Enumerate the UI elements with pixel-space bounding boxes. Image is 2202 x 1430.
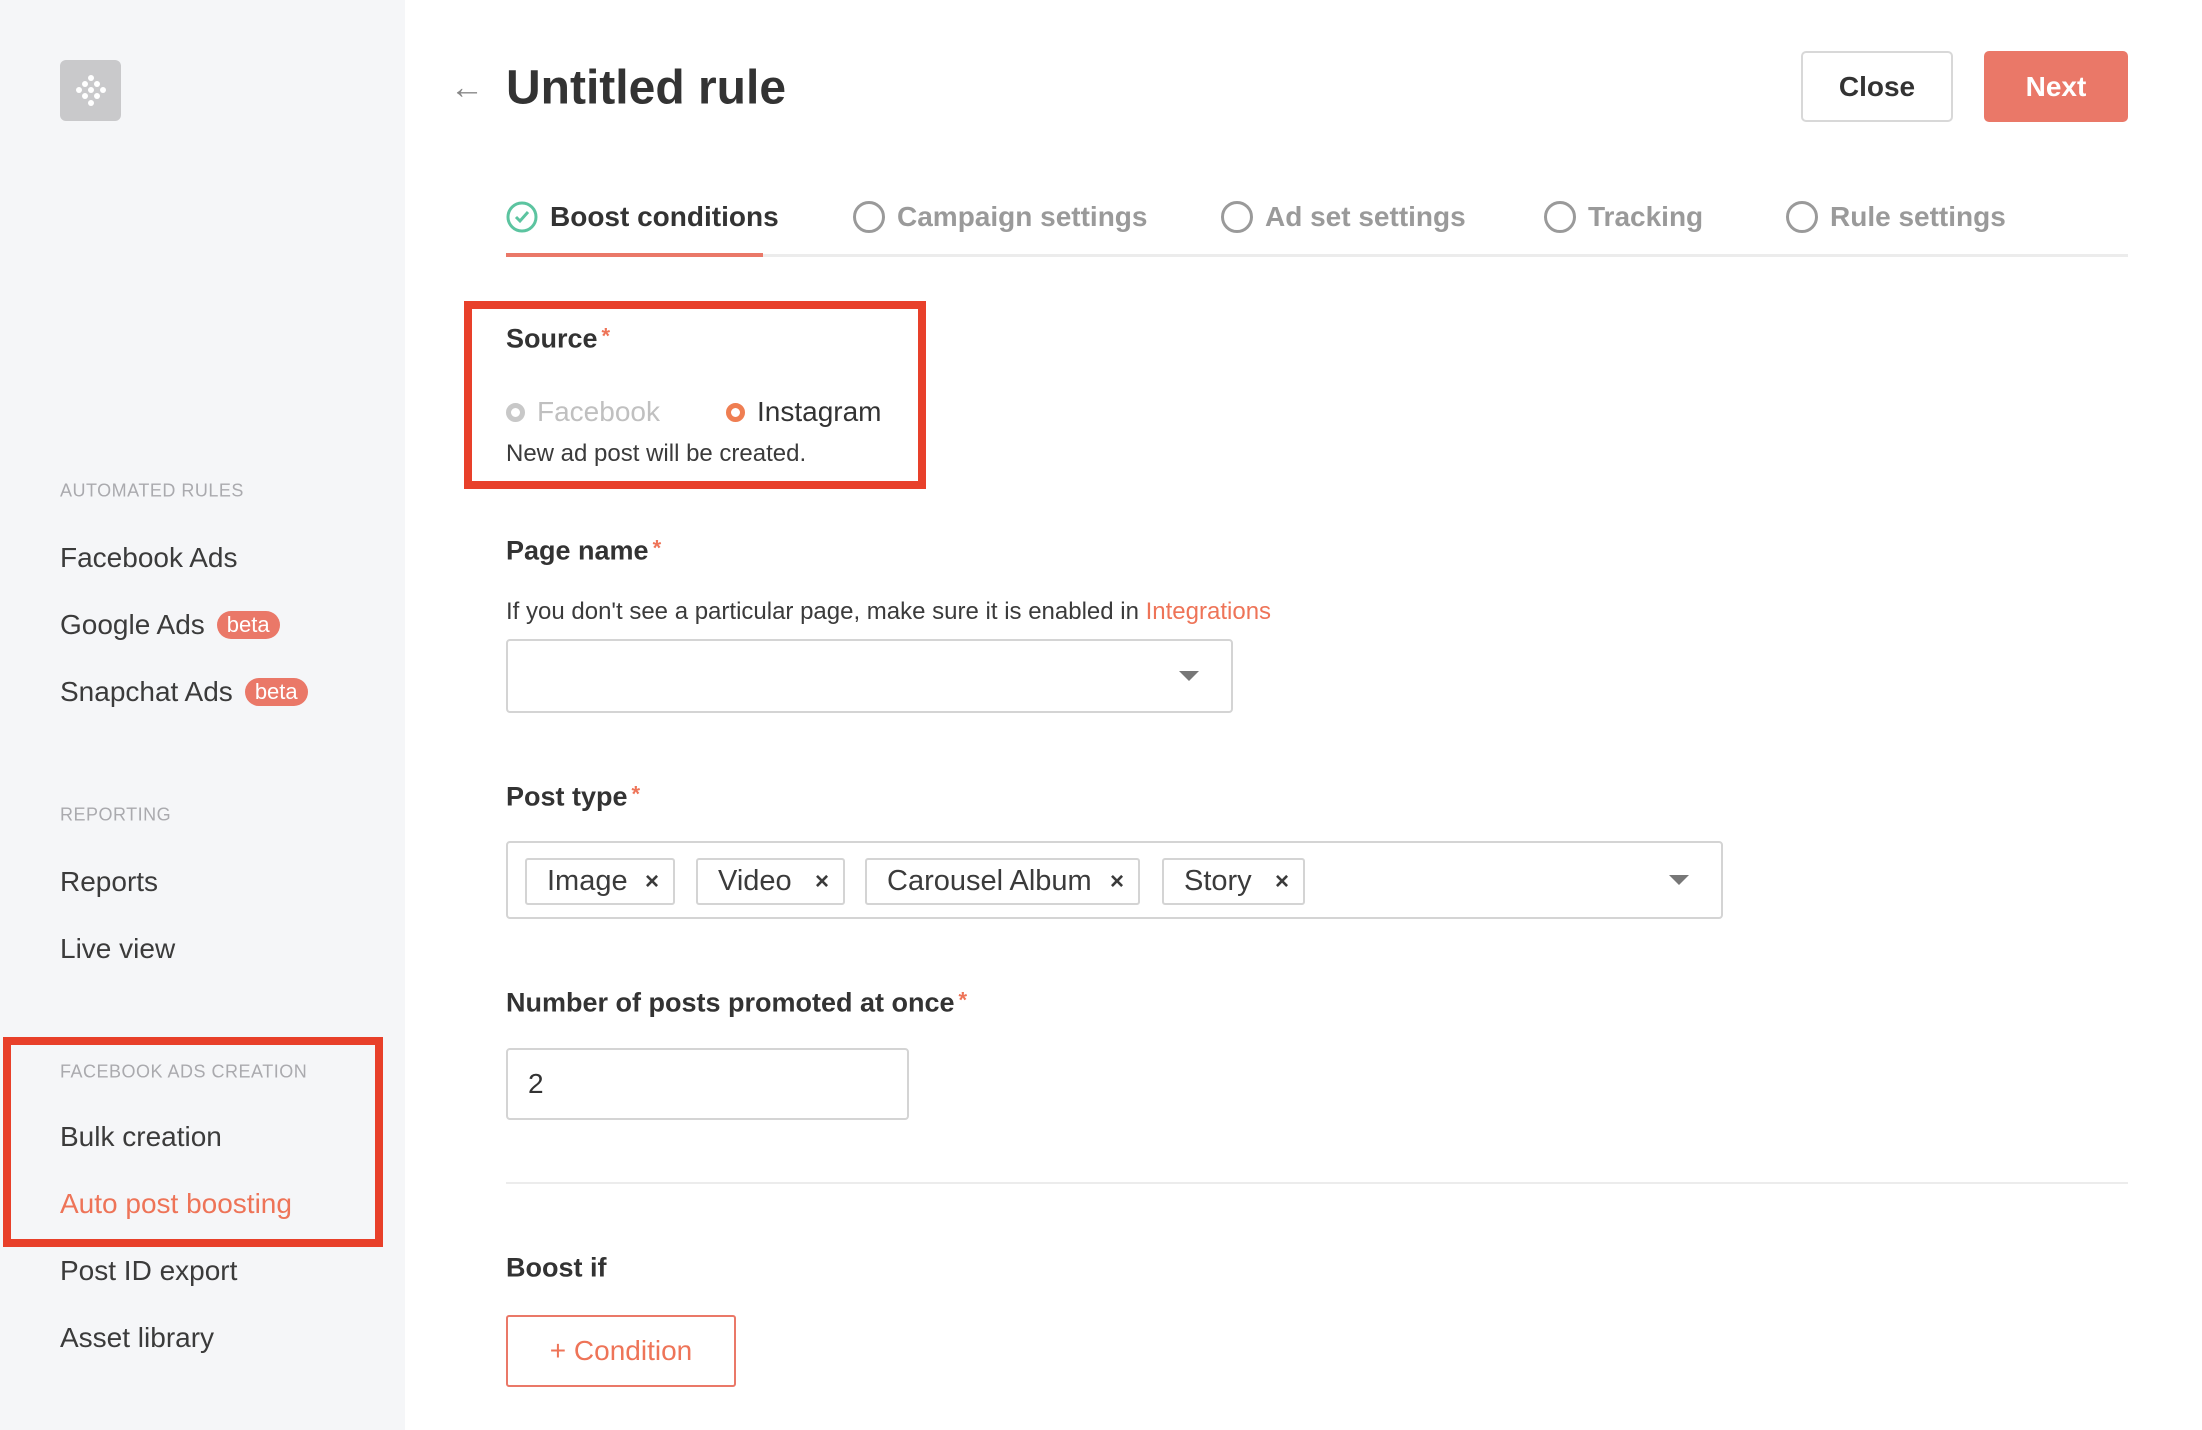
tab-campaign-settings[interactable]: Campaign settings <box>853 201 1147 233</box>
remove-icon[interactable]: × <box>645 868 659 896</box>
beta-badge: beta <box>216 611 280 639</box>
chevron-down-icon <box>1179 671 1199 681</box>
radio-icon <box>506 402 525 422</box>
radio-facebook[interactable]: Facebook <box>506 396 660 428</box>
circle-icon <box>1786 201 1818 233</box>
remove-icon[interactable]: × <box>1110 868 1124 896</box>
radio-instagram[interactable]: Instagram <box>726 396 882 428</box>
tag-label: Image <box>547 865 628 897</box>
label-text: Post type <box>506 781 628 812</box>
add-condition-button[interactable]: + Condition <box>506 1315 736 1387</box>
help-text: If you don't see a particular page, make… <box>506 598 1146 625</box>
sidebar-item-facebook-ads[interactable]: Facebook Ads <box>60 542 237 574</box>
label-text: Source <box>506 323 598 354</box>
tab-boost-conditions[interactable]: Boost conditions <box>506 201 779 233</box>
beta-badge: beta <box>244 678 308 706</box>
required-marker: * <box>601 323 611 349</box>
tag-carousel-album: Carousel Album × <box>865 858 1140 905</box>
tab-label: Campaign settings <box>897 201 1148 232</box>
tab-tracking[interactable]: Tracking <box>1544 201 1703 233</box>
tag-image: Image × <box>525 858 675 905</box>
circle-icon <box>1221 201 1253 233</box>
section-facebook-ads-creation: FACEBOOK ADS CREATION <box>60 1061 308 1082</box>
radio-label: Facebook <box>537 396 660 427</box>
label-text: Page name <box>506 535 649 566</box>
label-text: Number of posts promoted at once <box>506 987 955 1018</box>
sidebar-item-asset-library[interactable]: Asset library <box>60 1322 214 1354</box>
check-circle-icon <box>506 201 538 233</box>
tag-video: Video × <box>696 858 845 905</box>
tag-label: Video <box>718 865 792 897</box>
required-marker: * <box>958 987 968 1013</box>
required-marker: * <box>652 535 662 561</box>
tab-ad-set-settings[interactable]: Ad set settings <box>1221 201 1466 233</box>
page-name-select[interactable] <box>506 639 1233 713</box>
source-note: New ad post will be created. <box>506 440 807 467</box>
tab-label: Rule settings <box>1830 201 2006 232</box>
circle-icon <box>853 201 885 233</box>
required-marker: * <box>631 781 641 807</box>
sidebar-item-post-id-export[interactable]: Post ID export <box>60 1255 237 1287</box>
remove-icon[interactable]: × <box>815 868 829 896</box>
radio-selected-icon <box>726 402 745 422</box>
active-tab-indicator <box>506 253 763 257</box>
tag-label: Carousel Album <box>887 865 1092 897</box>
posts-at-once-label: Number of posts promoted at once * <box>506 988 967 1019</box>
section-divider <box>506 1182 2128 1184</box>
close-button[interactable]: Close <box>1801 51 1953 122</box>
chevron-down-icon <box>1669 875 1689 885</box>
tab-label: Tracking <box>1588 201 1704 232</box>
circle-icon <box>1544 201 1576 233</box>
back-arrow-icon[interactable]: ← <box>450 69 484 108</box>
label: Facebook Ads <box>60 542 238 573</box>
sidebar-item-live-view[interactable]: Live view <box>60 933 175 965</box>
remove-icon[interactable]: × <box>1275 868 1289 896</box>
tag-story: Story × <box>1162 858 1305 905</box>
sidebar-item-google-ads[interactable]: Google Ads beta <box>60 609 280 641</box>
source-label: Source * <box>506 324 610 355</box>
tab-label: Ad set settings <box>1265 201 1466 232</box>
label: Snapchat Ads <box>60 676 233 707</box>
sidebar-item-auto-post-boosting[interactable]: Auto post boosting <box>60 1188 292 1220</box>
sidebar-item-reports[interactable]: Reports <box>60 866 158 898</box>
tab-label: Boost conditions <box>550 201 779 232</box>
label: Google Ads <box>60 609 205 640</box>
boost-if-label: Boost if <box>506 1252 607 1283</box>
section-automated-rules: AUTOMATED RULES <box>60 480 244 501</box>
integrations-link[interactable]: Integrations <box>1146 598 1271 625</box>
radio-label: Instagram <box>757 396 882 427</box>
sidebar-item-snapchat-ads[interactable]: Snapchat Ads beta <box>60 676 308 708</box>
sidebar-item-bulk-creation[interactable]: Bulk creation <box>60 1121 222 1153</box>
next-button[interactable]: Next <box>1984 51 2128 122</box>
posts-at-once-input[interactable]: 2 <box>506 1048 909 1120</box>
section-reporting: REPORTING <box>60 804 172 825</box>
app-logo[interactable] <box>60 60 121 121</box>
tag-label: Story <box>1184 865 1252 897</box>
page-name-label: Page name * <box>506 536 661 567</box>
page-name-help: If you don't see a particular page, make… <box>506 598 1271 626</box>
logo-icon <box>75 74 106 106</box>
post-type-label: Post type * <box>506 782 640 813</box>
tab-rule-settings[interactable]: Rule settings <box>1786 201 2006 233</box>
page-title: Untitled rule <box>506 61 787 115</box>
